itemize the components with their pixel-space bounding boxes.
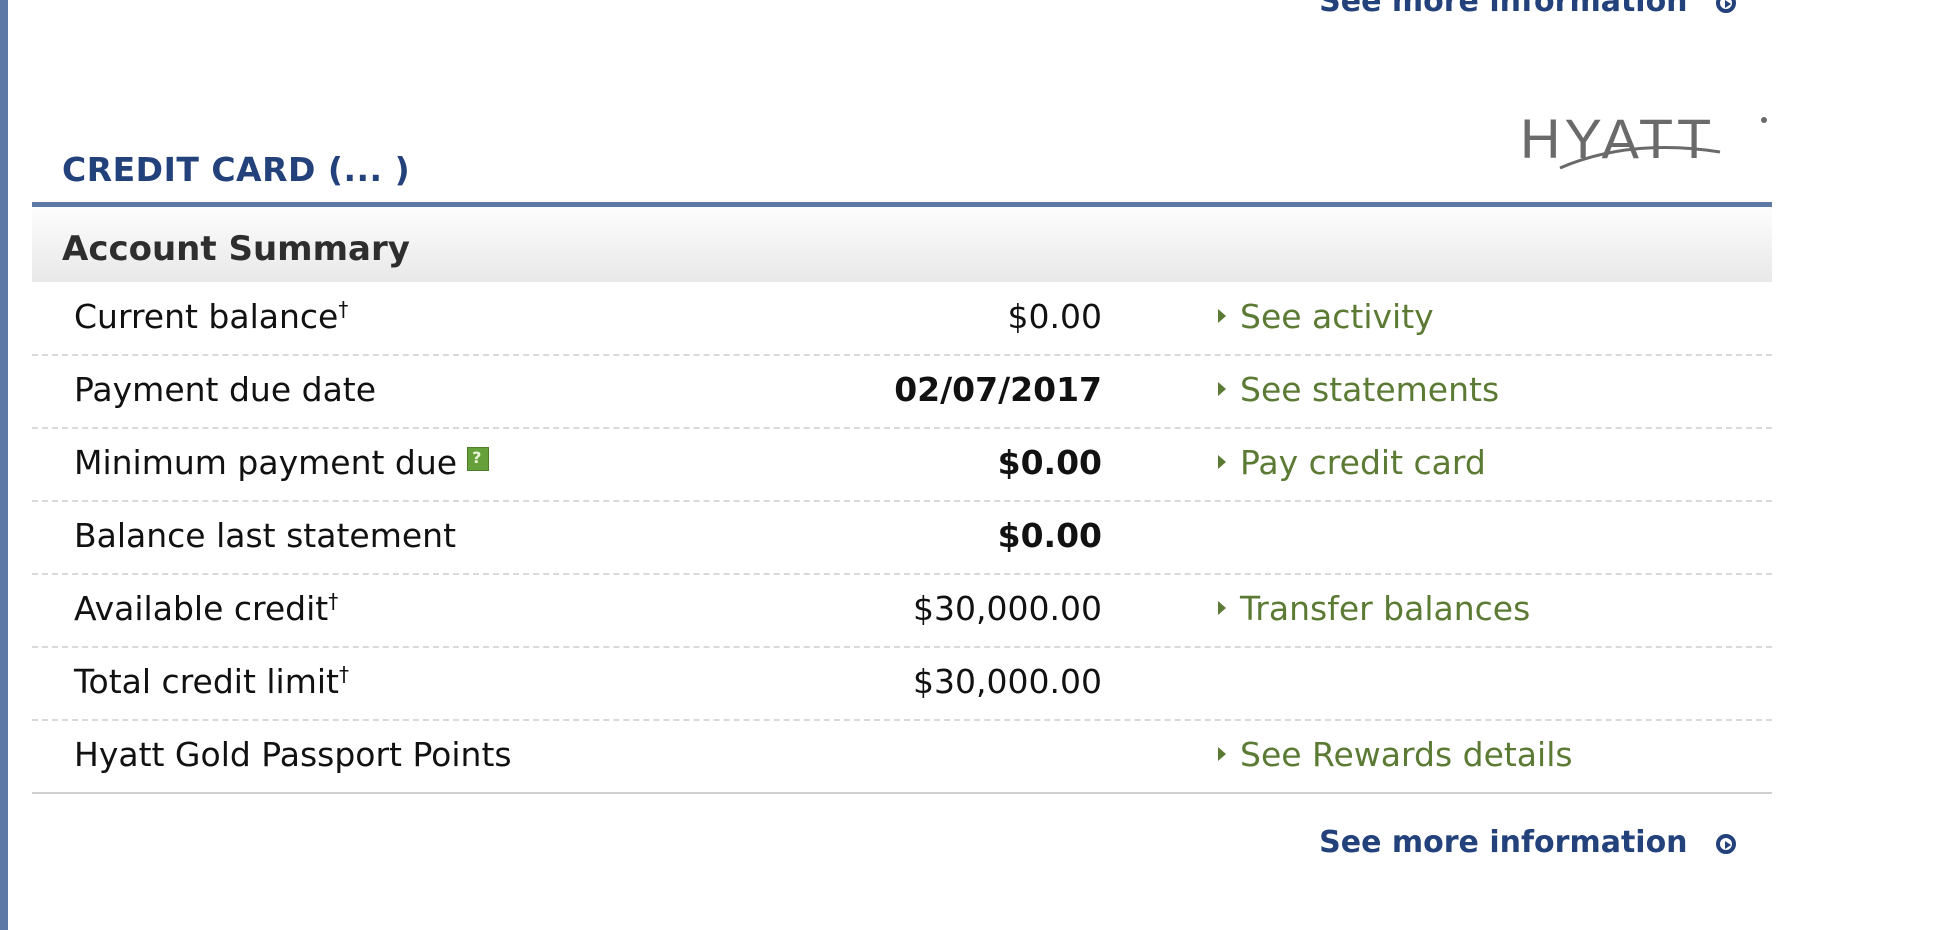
chevron-circle-right-icon [1716,833,1736,854]
triangle-right-icon [1218,381,1226,396]
see-rewards-details-link[interactable]: See Rewards details [1218,735,1573,774]
see-statements-link[interactable]: See statements [1218,370,1499,409]
table-row: Balance last statement $0.00 [32,502,1772,575]
row-label: Payment due date [74,370,377,409]
chevron-circle-right-icon [1716,0,1736,13]
row-label: Current balance† [74,297,349,336]
see-more-information-label: See more information [1319,0,1688,19]
see-more-information-link[interactable]: See more information [1319,825,1736,860]
see-more-information-label: See more information [1319,825,1688,860]
card-number-masked [383,150,395,189]
row-value: $0.00 [997,516,1102,555]
card-title-prefix: CREDIT CARD (... [62,150,383,189]
card-title-suffix: ) [394,150,411,189]
triangle-right-icon [1218,308,1226,323]
row-label: Available credit† [74,589,339,628]
pay-credit-card-link[interactable]: Pay credit card [1218,443,1486,482]
account-summary-table: Current balance† $0.00 See activity Paym… [32,283,1772,794]
card-title: CREDIT CARD (... ) [62,150,410,189]
row-value: $30,000.00 [913,589,1102,628]
left-border [0,0,8,930]
row-value: $30,000.00 [913,662,1102,701]
row-value: 02/07/2017 [894,370,1102,409]
hyatt-logo: HYATT [1520,108,1767,170]
table-row: Available credit† $30,000.00 Transfer ba… [32,575,1772,648]
row-label: Hyatt Gold Passport Points [74,735,512,774]
svg-text:HYATT: HYATT [1520,108,1715,170]
row-label: Total credit limit† [74,662,349,701]
triangle-right-icon [1218,746,1226,761]
row-value: $0.00 [1007,297,1102,336]
triangle-right-icon [1218,454,1226,469]
see-more-information-link-top[interactable]: See more information [1319,0,1736,19]
table-row: Total credit limit† $30,000.00 [32,648,1772,721]
row-value: $0.00 [997,443,1102,482]
account-summary-header: Account Summary [32,207,1772,282]
help-icon[interactable] [467,447,490,471]
account-summary-title: Account Summary [62,229,410,269]
see-activity-link[interactable]: See activity [1218,297,1434,336]
row-label: Minimum payment due [74,443,490,482]
table-row: Payment due date 02/07/2017 See statemen… [32,356,1772,429]
table-row: Current balance† $0.00 See activity [32,283,1772,356]
row-label: Balance last statement [74,516,457,555]
transfer-balances-link[interactable]: Transfer balances [1218,589,1530,628]
table-row: Hyatt Gold Passport Points See Rewards d… [32,721,1772,794]
table-row: Minimum payment due $0.00 Pay credit car… [32,429,1772,502]
triangle-right-icon [1218,600,1226,615]
